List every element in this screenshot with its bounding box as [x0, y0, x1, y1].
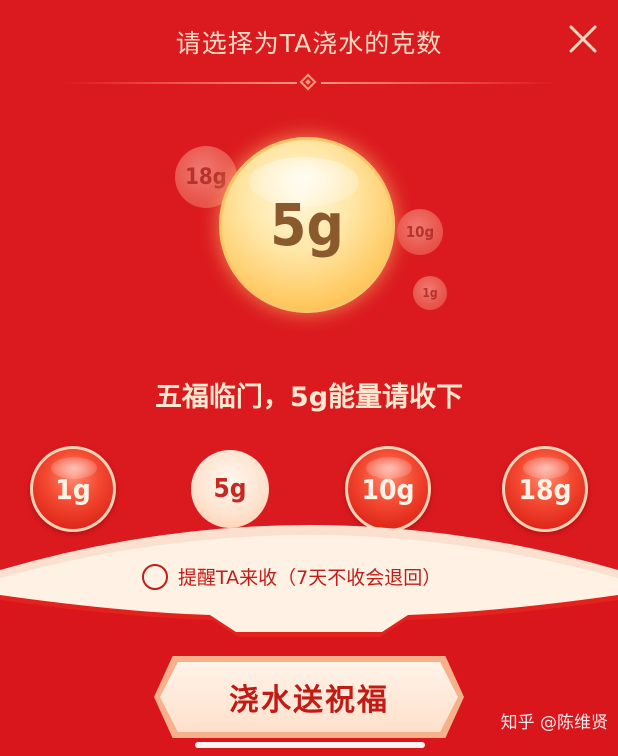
- water-bless-button[interactable]: 浇水送祝福: [160, 662, 458, 732]
- option-label: 5g: [213, 474, 247, 504]
- header-divider-left: [62, 82, 297, 84]
- remind-checkbox[interactable]: [142, 563, 168, 590]
- option-label: 10g: [361, 472, 415, 506]
- header-divider-right: [321, 82, 556, 84]
- main-energy-bubble: 5g: [219, 137, 395, 313]
- option-label: 1g: [55, 472, 91, 506]
- remind-option[interactable]: 提醒TA来收（7天不收会退回）: [142, 563, 441, 590]
- close-icon[interactable]: [568, 24, 598, 54]
- close-button[interactable]: [568, 24, 598, 54]
- watering-dialog: 请选择为TA浇水的克数 18g 5g 10g 1g 五福临门，5g能量请收下 1…: [0, 0, 618, 756]
- option-5g-selected[interactable]: 5g: [191, 450, 269, 528]
- diamond-ornament-icon: [299, 73, 317, 91]
- remind-label: 提醒TA来收（7天不收会退回）: [178, 567, 442, 589]
- bubble-10g: 10g: [397, 209, 443, 255]
- blessing-subtitle: 五福临门，5g能量请收下: [154, 382, 464, 413]
- home-indicator: [195, 742, 425, 748]
- zhihu-watermark: 知乎 @陈维贤: [500, 713, 608, 733]
- bubble-1g: 1g: [413, 276, 447, 310]
- main-bubble-label: 5g: [270, 191, 344, 259]
- dialog-title: 请选择为TA浇水的克数: [175, 29, 443, 58]
- option-label: 18g: [518, 472, 572, 506]
